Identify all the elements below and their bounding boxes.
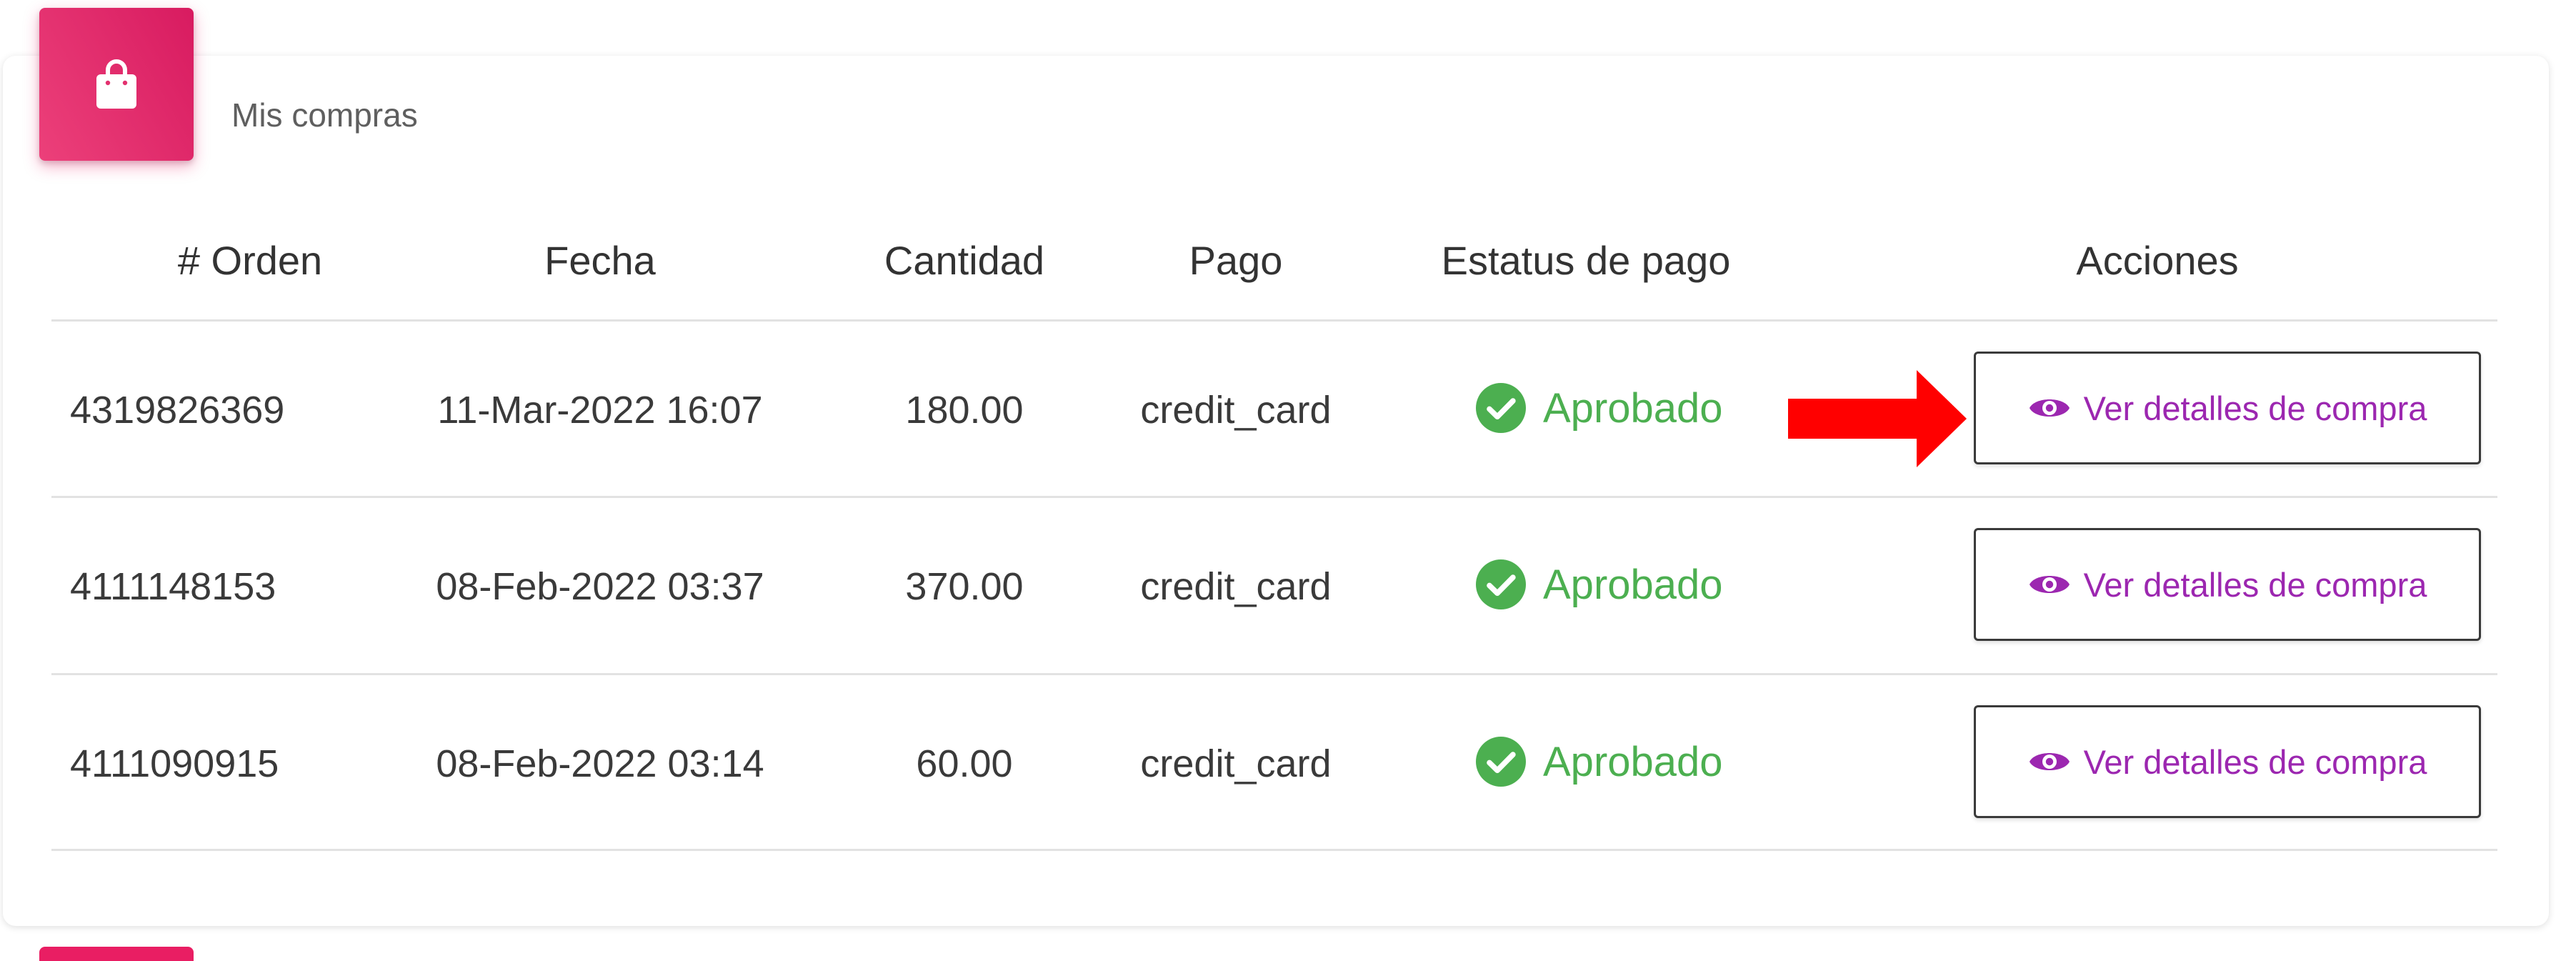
order-amount: 180.00 [905, 389, 1024, 432]
column-header-payment: Pago [1189, 238, 1283, 283]
card-title: Mis compras [231, 96, 418, 134]
status-label: Aprobado [1543, 384, 1723, 432]
row-divider [51, 673, 2497, 675]
view-purchase-details-button[interactable]: Ver detalles de compra [1974, 528, 2481, 641]
payment-status: Aprobado [1476, 737, 1723, 787]
payment-method: credit_card [1140, 389, 1332, 432]
button-label: Ver detalles de compra [2083, 389, 2427, 427]
column-header-amount: Cantidad [884, 238, 1045, 283]
status-label: Aprobado [1543, 738, 1723, 785]
column-header-date: Fecha [544, 238, 656, 283]
card-header-icon-box [39, 8, 194, 161]
eye-icon [2029, 753, 2070, 770]
column-header-actions: Acciones [2076, 238, 2239, 283]
status-label: Aprobado [1543, 561, 1723, 608]
payment-status: Aprobado [1476, 559, 1723, 609]
payment-method: credit_card [1140, 742, 1332, 785]
button-label: Ver detalles de compra [2083, 742, 2427, 781]
row-divider [51, 849, 2497, 851]
column-header-order: # Orden [177, 238, 323, 283]
order-amount: 60.00 [916, 742, 1013, 785]
row-divider [51, 496, 2497, 498]
check-circle-icon [1476, 383, 1526, 433]
order-date: 08-Feb-2022 03:14 [436, 742, 764, 785]
next-card-icon-box [39, 947, 194, 961]
order-number: 4111148153 [70, 565, 276, 608]
red-arrow-icon [1788, 370, 1967, 467]
header-divider [51, 319, 2497, 322]
payment-status: Aprobado [1476, 383, 1723, 433]
view-purchase-details-button[interactable]: Ver detalles de compra [1974, 352, 2481, 464]
order-date: 08-Feb-2022 03:37 [436, 565, 764, 608]
button-label: Ver detalles de compra [2083, 565, 2427, 604]
payment-method: credit_card [1140, 565, 1332, 608]
view-purchase-details-button[interactable]: Ver detalles de compra [1974, 705, 2481, 818]
eye-icon [2029, 399, 2070, 417]
column-header-status: Estatus de pago [1441, 238, 1731, 283]
eye-icon [2029, 576, 2070, 593]
check-circle-icon [1476, 737, 1526, 787]
order-number: 4319826369 [70, 389, 285, 432]
shopping-bag-icon [96, 59, 136, 109]
order-amount: 370.00 [905, 565, 1024, 608]
order-date: 11-Mar-2022 16:07 [437, 389, 763, 432]
order-number: 4111090915 [70, 742, 279, 785]
check-circle-icon [1476, 559, 1526, 609]
